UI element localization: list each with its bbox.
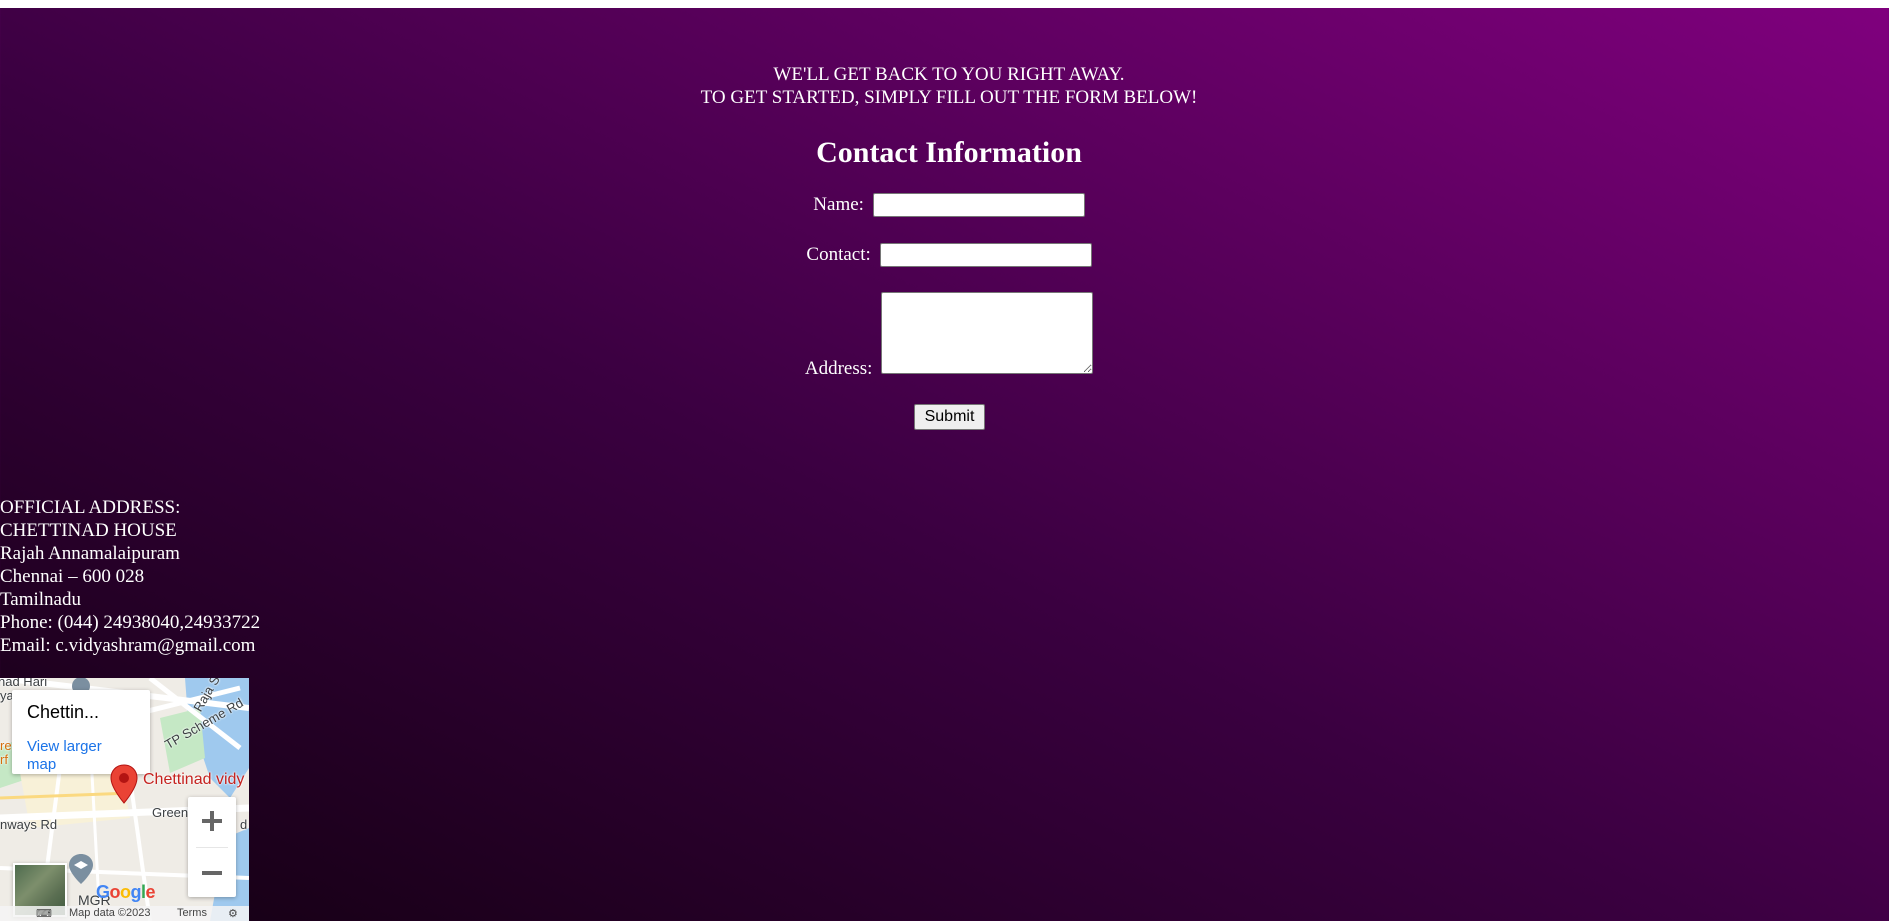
keyboard-shortcuts-icon[interactable]: ⌨ xyxy=(36,907,52,920)
address-line: Chennai – 600 028 xyxy=(0,566,145,587)
phone-line: Phone: (044) 24938040,24933722 xyxy=(0,612,261,633)
official-address-heading: OFFICIAL ADDRESS: xyxy=(0,497,181,518)
road-label: nways Rd xyxy=(0,817,58,832)
intro-line-2: TO GET STARTED, SIMPLY FILL OUT THE FORM… xyxy=(700,87,1198,108)
road-label: d xyxy=(240,817,248,832)
view-larger-map-link[interactable]: View larger map xyxy=(27,738,117,774)
place-card: Chettin... View larger map xyxy=(12,690,150,774)
google-logo: Google xyxy=(96,882,156,902)
zoom-control xyxy=(188,797,236,897)
minus-icon xyxy=(202,871,222,875)
plus-icon xyxy=(202,811,222,831)
name-input[interactable] xyxy=(872,193,1085,217)
email-line: Email: c.vidyashram@gmail.com xyxy=(0,635,256,656)
zoom-in-button[interactable] xyxy=(188,797,236,845)
submit-button[interactable]: Submit xyxy=(914,404,985,430)
name-label: Name: xyxy=(813,194,864,215)
pin-label: Chettinad vidy xyxy=(143,771,245,788)
address-line: Tamilnadu xyxy=(0,589,81,610)
place-name: Chettin... xyxy=(27,702,100,722)
road-label: re xyxy=(0,738,12,753)
contact-label: Contact: xyxy=(806,244,871,265)
terms-link[interactable]: Terms xyxy=(177,907,207,919)
intro-line-1: WE'LL GET BACK TO YOU RIGHT AWAY. xyxy=(773,64,1125,85)
address-textarea[interactable] xyxy=(881,292,1094,374)
official-address: OFFICIAL ADDRESS: CHETTINAD HOUSE Rajah … xyxy=(0,496,260,657)
contact-input[interactable] xyxy=(879,243,1092,267)
road-label: rf xyxy=(0,752,8,767)
address-line: Rajah Annamalaipuram xyxy=(0,543,180,564)
intro-text: WE'LL GET BACK TO YOU RIGHT AWAY. TO GET… xyxy=(0,63,1889,109)
address-label: Address: xyxy=(804,358,873,379)
address-row: Address: xyxy=(0,292,1889,379)
zoom-out-button[interactable] xyxy=(188,849,236,897)
map-data-text: Map data ©2023 xyxy=(69,907,151,919)
address-line: CHETTINAD HOUSE xyxy=(0,520,177,541)
contact-row: Contact: xyxy=(0,243,1889,267)
road-label: Green xyxy=(152,805,189,820)
form-title: Contact Information xyxy=(816,136,1082,169)
embedded-map[interactable]: nad Hari ya TP Scheme Rd Raja S re rf nw… xyxy=(0,678,249,921)
top-strip xyxy=(0,0,1889,8)
name-row: Name: xyxy=(0,193,1889,217)
school-pin-icon xyxy=(69,854,93,884)
map-pin-icon[interactable] xyxy=(110,764,138,804)
map-attribution-bar: ⌨ Map data ©2023 Terms ⚙ xyxy=(0,906,249,921)
report-error-icon[interactable]: ⚙ xyxy=(228,907,238,920)
zoom-separator xyxy=(196,847,228,848)
